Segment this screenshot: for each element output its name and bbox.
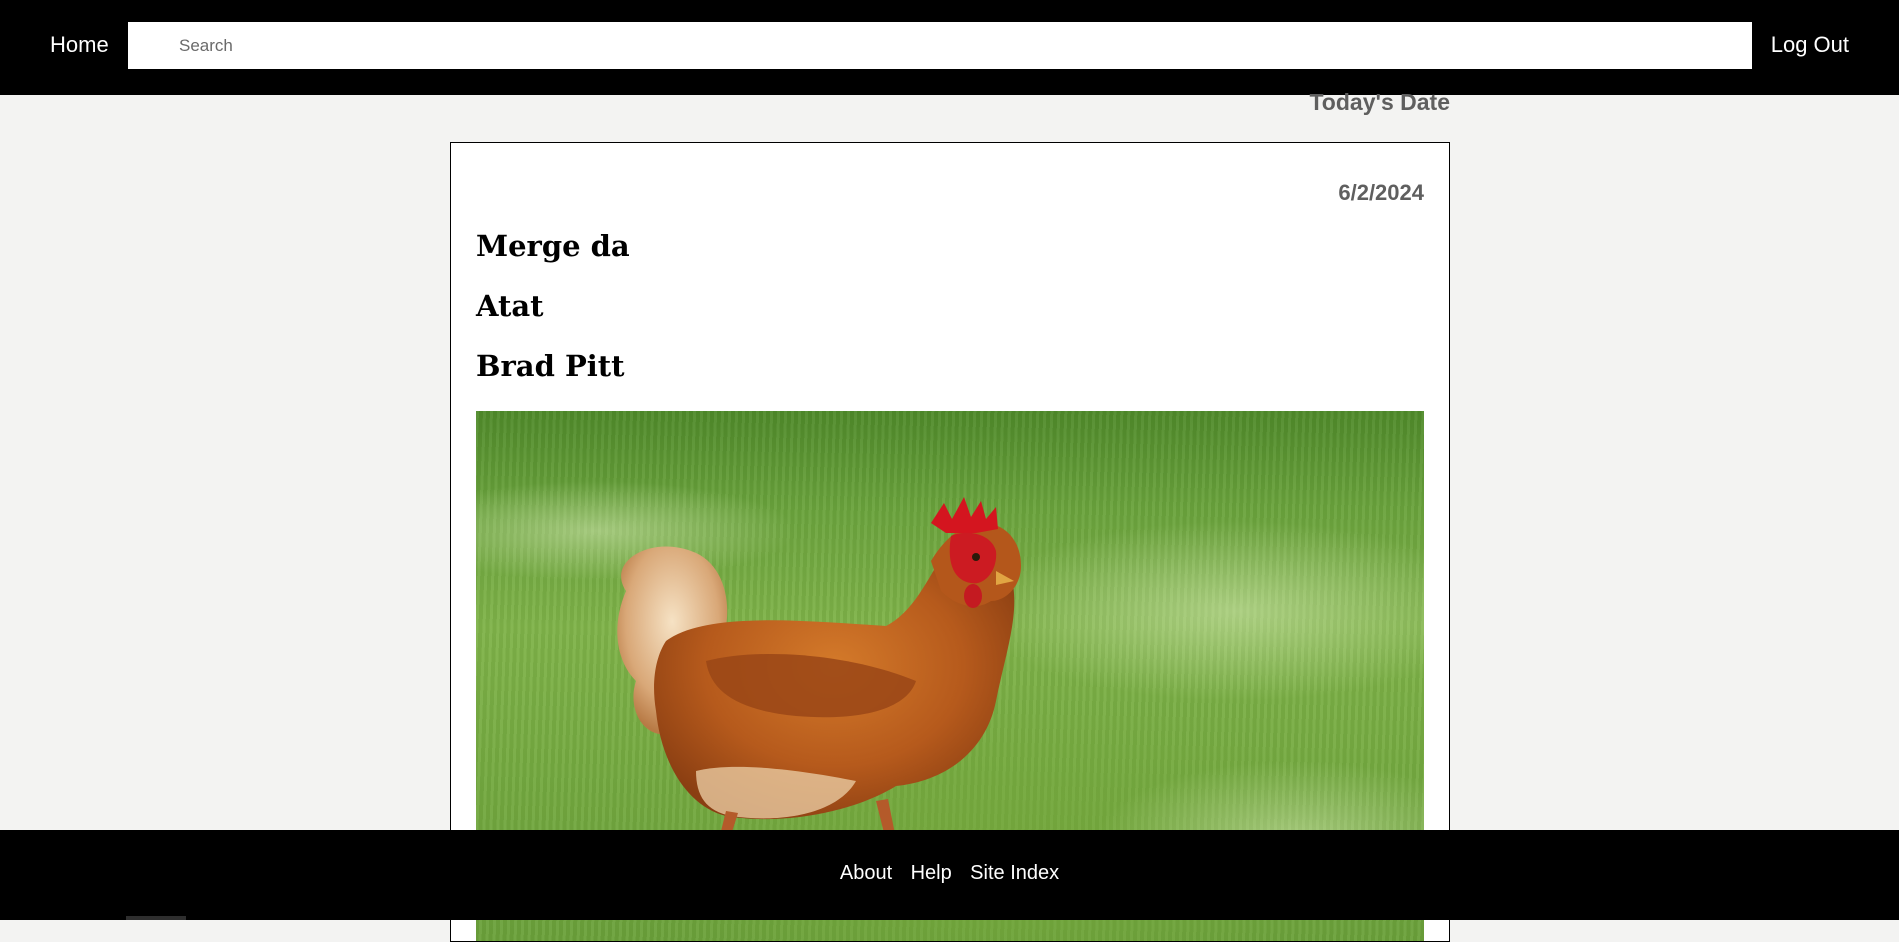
footer-links: About Help Site Index: [0, 862, 1899, 885]
top-nav-bar: Home Log Out: [0, 0, 1899, 95]
horizontal-scrollbar-thumb[interactable]: [126, 916, 186, 920]
search-input[interactable]: [128, 22, 1752, 69]
footer-site-index-link[interactable]: Site Index: [970, 862, 1059, 884]
post-date: 6/2/2024: [1338, 180, 1424, 205]
todays-date-label: Today's Date: [1309, 89, 1450, 115]
post-card: 6/2/2024 Merge da Atat Brad Pitt: [450, 142, 1450, 942]
footer-bar: About Help Site Index: [0, 830, 1899, 920]
footer-help-link[interactable]: Help: [911, 862, 952, 884]
post-title-2: Atat: [476, 289, 544, 323]
post-title-1: Merge da: [476, 229, 630, 263]
logout-link[interactable]: Log Out: [1771, 32, 1849, 58]
footer-about-link[interactable]: About: [840, 862, 892, 884]
home-link[interactable]: Home: [50, 32, 109, 58]
post-title-3: Brad Pitt: [476, 349, 625, 383]
